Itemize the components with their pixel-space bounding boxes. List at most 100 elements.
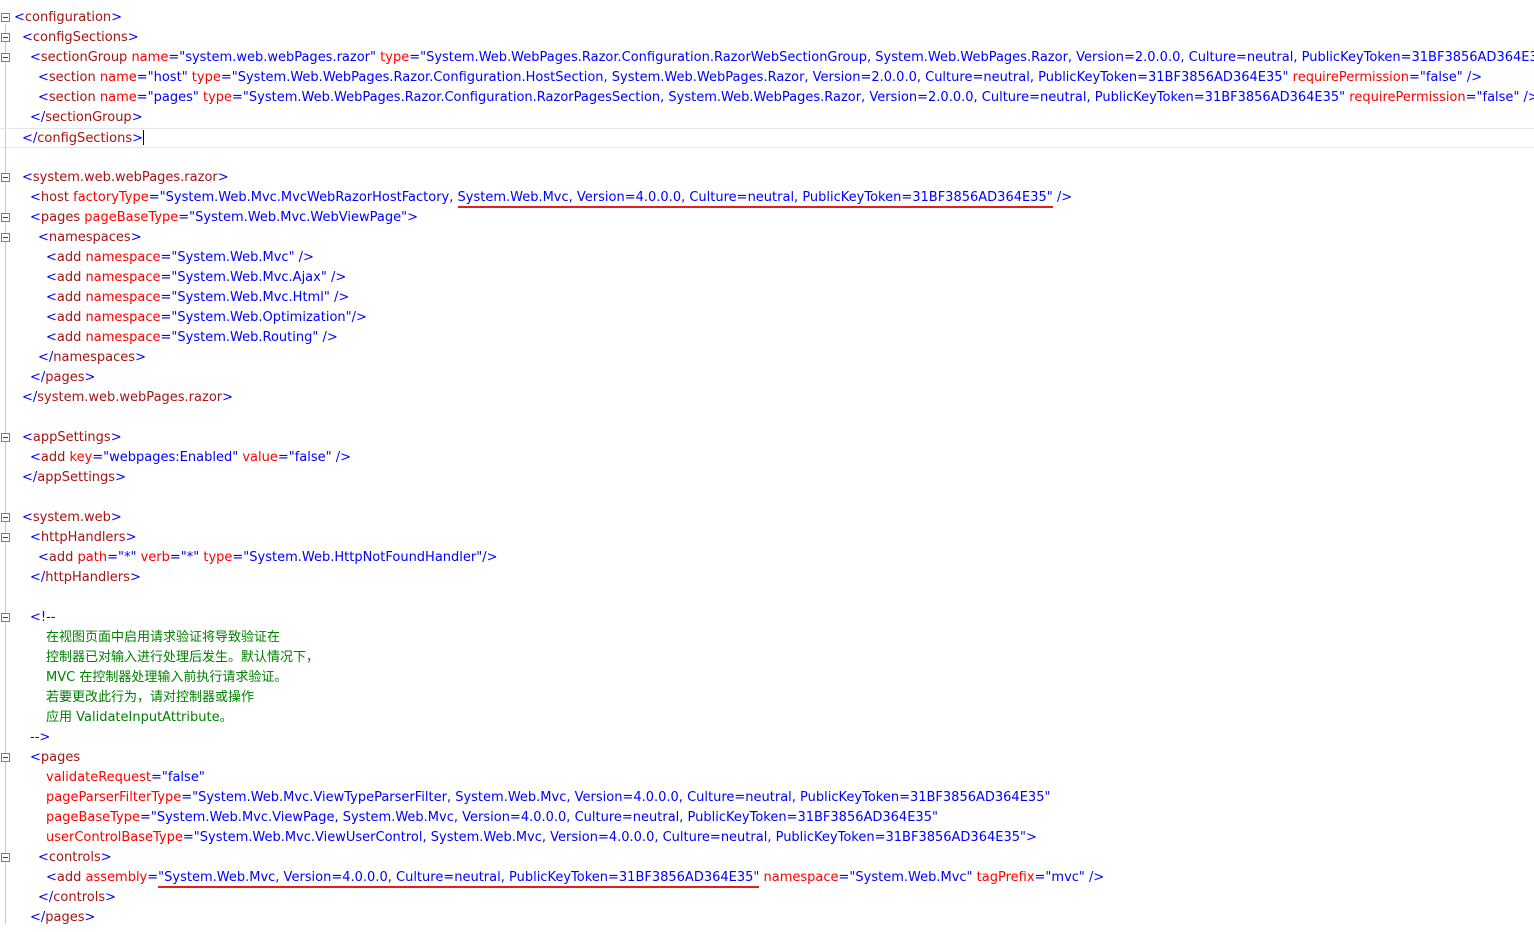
code-token: <	[38, 90, 49, 105]
code-token: key	[65, 450, 93, 465]
code-text: <add namespace="System.Web.Routing" />	[46, 328, 338, 348]
collapse-toggle-icon[interactable]	[1, 533, 10, 542]
code-line[interactable]: pageParserFilterType="System.Web.Mvc.Vie…	[0, 788, 1534, 808]
code-line[interactable]: <controls>	[0, 848, 1534, 868]
code-line[interactable]: <sectionGroup name="system.web.webPages.…	[0, 48, 1534, 68]
code-line[interactable]: <add path="*" verb="*" type="System.Web.…	[0, 548, 1534, 568]
code-line[interactable]: <add key="webpages:Enabled" value="false…	[0, 448, 1534, 468]
code-line[interactable]	[0, 148, 1534, 168]
code-line[interactable]: 控制器已对输入进行处理后发生。默认情况下，	[0, 648, 1534, 668]
code-token: add	[56, 310, 82, 325]
code-line[interactable]: <host factoryType="System.Web.Mvc.MvcWeb…	[0, 188, 1534, 208]
code-line[interactable]: <system.web.webPages.razor>	[0, 168, 1534, 188]
code-token: namespace	[81, 270, 161, 285]
code-line[interactable]: MVC 在控制器处理输入前执行请求验证。	[0, 668, 1534, 688]
code-token: >	[111, 10, 123, 25]
code-token: 在视图页面中启用请求验证将导致验证在	[46, 630, 281, 645]
code-line[interactable]: </namespaces>	[0, 348, 1534, 368]
highlighted-token: System.Web.Mvc, Version=4.0.0.0, Culture…	[457, 190, 1053, 205]
code-line[interactable]: <configuration>	[0, 8, 1534, 28]
collapse-toggle-icon[interactable]	[1, 853, 10, 862]
code-line[interactable]: </pages>	[0, 908, 1534, 928]
code-line[interactable]: userControlBaseType="System.Web.Mvc.View…	[0, 828, 1534, 848]
code-token: ="	[151, 770, 168, 785]
xml-code-editor[interactable]: <configuration> <configSections> <sectionG…	[0, 0, 1534, 932]
code-line[interactable]	[0, 408, 1534, 428]
code-token: pages	[40, 210, 81, 225]
code-line[interactable]: </controls>	[0, 888, 1534, 908]
code-text: <add key="webpages:Enabled" value="false…	[30, 448, 351, 468]
code-line[interactable]: <add assembly="System.Web.Mvc, Version=4…	[0, 868, 1534, 888]
code-token: >	[110, 430, 122, 445]
code-line[interactable]: </configSections>	[0, 128, 1534, 148]
code-token: pages	[45, 910, 85, 925]
code-line[interactable]: </appSettings>	[0, 468, 1534, 488]
collapse-toggle-icon[interactable]	[1, 213, 10, 222]
code-token: </	[22, 390, 38, 405]
collapse-toggle-icon[interactable]	[1, 753, 10, 762]
code-line[interactable]: 应用 ValidateInputAttribute。	[0, 708, 1534, 728]
code-token: -->	[30, 730, 51, 745]
code-token: >	[217, 170, 229, 185]
code-line[interactable]: <add namespace="System.Web.Mvc.Html" />	[0, 288, 1534, 308]
code-token: ="	[232, 90, 249, 105]
code-token: ="	[277, 450, 295, 465]
code-line[interactable]: </pages>	[0, 368, 1534, 388]
code-token: appSettings	[37, 470, 116, 485]
code-line[interactable]	[0, 588, 1534, 608]
code-line[interactable]: </httpHandlers>	[0, 568, 1534, 588]
collapse-toggle-icon[interactable]	[1, 513, 10, 522]
code-token: />	[294, 250, 314, 265]
code-line[interactable]: </sectionGroup>	[0, 108, 1534, 128]
code-line[interactable]: <appSettings>	[0, 428, 1534, 448]
code-token: mvc	[1051, 870, 1079, 885]
code-line[interactable]: <httpHandlers>	[0, 528, 1534, 548]
code-token: ="	[92, 450, 110, 465]
code-token: />	[1084, 870, 1105, 885]
code-line[interactable]: <namespaces>	[0, 228, 1534, 248]
code-line[interactable]: validateRequest="false"	[0, 768, 1534, 788]
code-text: <add namespace="System.Web.Optimization"…	[46, 308, 367, 328]
code-text: 控制器已对输入进行处理后发生。默认情况下，	[46, 648, 319, 668]
code-line[interactable]: <add namespace="System.Web.Mvc" />	[0, 248, 1534, 268]
code-token: tagPrefix	[972, 870, 1035, 885]
code-line[interactable]: pageBaseType="System.Web.Mvc.ViewPage, S…	[0, 808, 1534, 828]
code-token: <	[30, 530, 41, 545]
code-line[interactable]: <pages	[0, 748, 1534, 768]
code-line[interactable]: <!--	[0, 608, 1534, 628]
code-token: system.web	[32, 510, 111, 525]
code-line[interactable]: </system.web.webPages.razor>	[0, 388, 1534, 408]
code-text: MVC 在控制器处理输入前执行请求验证。	[46, 668, 287, 688]
collapse-toggle-icon[interactable]	[1, 433, 10, 442]
code-token: ="	[160, 330, 178, 345]
collapse-toggle-icon[interactable]	[1, 33, 10, 42]
code-token: System.Web.WebPages.Razor.Configuration.…	[237, 70, 1283, 85]
code-token: </	[22, 470, 38, 485]
code-text: <system.web>	[22, 508, 122, 528]
collapse-toggle-icon[interactable]	[1, 233, 10, 242]
code-line[interactable]: <add namespace="System.Web.Routing" />	[0, 328, 1534, 348]
code-line[interactable]: <add namespace="System.Web.Optimization"…	[0, 308, 1534, 328]
code-text: 若要更改此行为，请对控制器或操作	[46, 688, 254, 708]
code-token: System.Web.Mvc.WebViewPage	[195, 210, 402, 225]
code-line[interactable]: <section name="host" type="System.Web.We…	[0, 68, 1534, 88]
collapse-toggle-icon[interactable]	[1, 13, 10, 22]
code-line[interactable]: <pages pageBaseType="System.Web.Mvc.WebV…	[0, 208, 1534, 228]
collapse-toggle-icon[interactable]	[1, 53, 10, 62]
code-token: ="	[107, 550, 124, 565]
collapse-toggle-icon[interactable]	[1, 613, 10, 622]
code-token: "	[1044, 790, 1051, 805]
code-token: <	[38, 70, 49, 85]
code-token: host	[40, 190, 69, 205]
code-line[interactable]: -->	[0, 728, 1534, 748]
code-token: ="	[160, 310, 178, 325]
code-line[interactable]	[0, 488, 1534, 508]
code-line[interactable]: <configSections>	[0, 28, 1534, 48]
code-line[interactable]: <add namespace="System.Web.Mvc.Ajax" />	[0, 268, 1534, 288]
collapse-toggle-icon[interactable]	[1, 173, 10, 182]
code-token: namespace	[759, 870, 839, 885]
code-line[interactable]: 在视图页面中启用请求验证将导致验证在	[0, 628, 1534, 648]
code-line[interactable]: 若要更改此行为，请对控制器或操作	[0, 688, 1534, 708]
code-line[interactable]: <section name="pages" type="System.Web.W…	[0, 88, 1534, 108]
code-line[interactable]: <system.web>	[0, 508, 1534, 528]
